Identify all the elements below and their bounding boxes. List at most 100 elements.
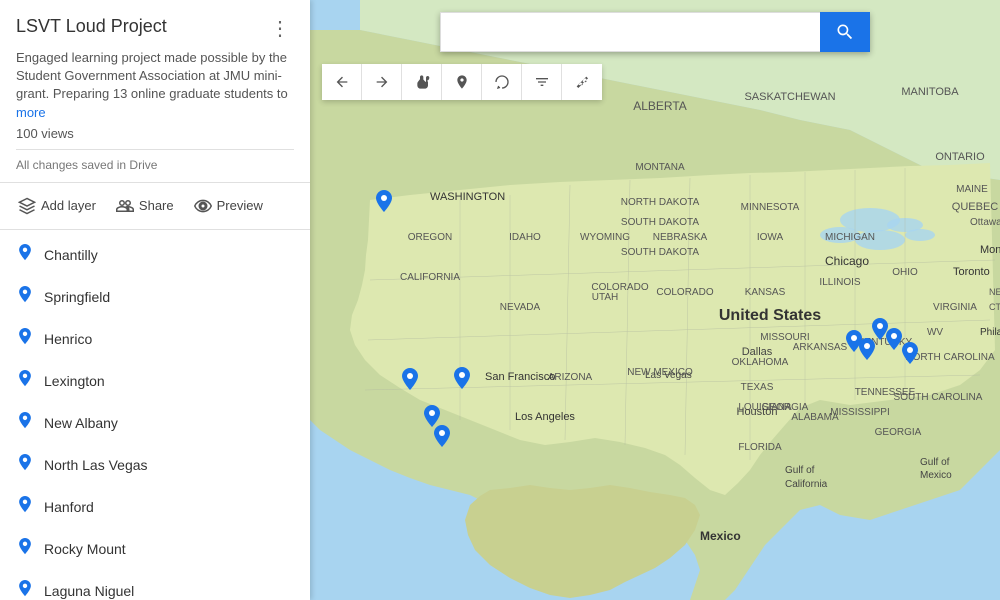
svg-text:NEVADA: NEVADA (500, 302, 541, 313)
sidebar: LSVT Loud Project ⋮ Engaged learning pro… (0, 0, 310, 600)
location-item[interactable]: Chantilly (0, 234, 310, 276)
location-item[interactable]: Lexington (0, 360, 310, 402)
svg-text:SASKATCHEWAN: SASKATCHEWAN (744, 91, 835, 103)
locations-list: Chantilly Springfield Henrico (0, 230, 310, 600)
location-pin-icon (16, 286, 34, 308)
location-item[interactable]: North Las Vegas (0, 444, 310, 486)
svg-text:Mexico: Mexico (920, 470, 952, 481)
svg-text:ILLINOIS: ILLINOIS (819, 277, 860, 288)
filter-tool-button[interactable] (522, 64, 562, 100)
svg-text:Philadelphia: Philadelphia (980, 327, 1000, 338)
location-item[interactable]: Rocky Mount (0, 528, 310, 570)
svg-text:NEW YORK: NEW YORK (989, 287, 1000, 297)
location-name: North Las Vegas (44, 457, 148, 473)
svg-text:MANITOBA: MANITOBA (901, 86, 959, 98)
preview-button[interactable]: Preview (192, 193, 265, 219)
views-count: 100 views (16, 126, 294, 141)
svg-text:WYOMING: WYOMING (580, 232, 630, 243)
svg-text:San Francisco: San Francisco (485, 371, 555, 383)
hand-icon (414, 74, 430, 90)
location-pin-icon (16, 244, 34, 266)
pin-tool-button[interactable] (442, 64, 482, 100)
svg-text:Houston: Houston (737, 406, 778, 418)
more-link[interactable]: more (16, 105, 46, 120)
svg-text:WASHINGTON: WASHINGTON (430, 191, 505, 203)
add-layer-button[interactable]: Add layer (16, 193, 98, 219)
svg-text:SOUTH DAKOTA: SOUTH DAKOTA (621, 247, 699, 258)
svg-text:NEBRASKA: NEBRASKA (653, 232, 708, 243)
location-pin-icon (16, 454, 34, 476)
lasso-tool-button[interactable] (482, 64, 522, 100)
svg-text:OREGON: OREGON (408, 232, 452, 243)
location-name: Springfield (44, 289, 110, 305)
more-options-button[interactable]: ⋮ (266, 16, 294, 41)
location-name: Hanford (44, 499, 94, 515)
svg-text:COLORADO: COLORADO (656, 287, 713, 298)
location-item[interactable]: Hanford (0, 486, 310, 528)
svg-text:UTAH: UTAH (592, 292, 618, 303)
preview-icon (194, 197, 212, 215)
location-item[interactable]: Laguna Niguel (0, 570, 310, 600)
project-description: Engaged learning project made possible b… (16, 49, 294, 122)
search-icon (835, 22, 855, 42)
svg-text:ARKANSAS: ARKANSAS (793, 342, 848, 353)
svg-text:OKLAHOMA: OKLAHOMA (732, 357, 789, 368)
svg-text:Chicago: Chicago (825, 254, 869, 268)
svg-text:MISSOURI: MISSOURI (760, 332, 809, 343)
back-button[interactable] (322, 64, 362, 100)
svg-text:CALIFORNIA: CALIFORNIA (400, 272, 460, 283)
svg-text:MAINE: MAINE (956, 184, 988, 195)
svg-text:VIRGINIA: VIRGINIA (933, 302, 977, 313)
location-pin-icon (16, 370, 34, 392)
pin-icon (454, 74, 470, 90)
svg-text:ALBERTA: ALBERTA (633, 99, 687, 113)
share-icon (116, 197, 134, 215)
svg-text:COLORADO: COLORADO (591, 282, 648, 293)
svg-text:Ottawa: Ottawa (970, 217, 1000, 228)
svg-text:Gulf of: Gulf of (785, 465, 815, 476)
ruler-icon (574, 74, 590, 90)
location-name: Rocky Mount (44, 541, 126, 557)
location-pin-icon (16, 412, 34, 434)
map-search-input[interactable] (440, 12, 820, 52)
location-name: Lexington (44, 373, 105, 389)
map-search-button[interactable] (820, 12, 870, 52)
ruler-tool-button[interactable] (562, 64, 602, 100)
svg-text:IDAHO: IDAHO (509, 232, 541, 243)
svg-text:SOUTH DAKOTA: SOUTH DAKOTA (621, 217, 699, 228)
location-item[interactable]: Springfield (0, 276, 310, 318)
svg-text:MICHIGAN: MICHIGAN (825, 232, 875, 243)
forward-button[interactable] (362, 64, 402, 100)
svg-text:Las Vegas: Las Vegas (645, 370, 692, 381)
svg-text:MISSISSIPPI: MISSISSIPPI (830, 407, 889, 418)
svg-text:IOWA: IOWA (757, 232, 784, 243)
project-title: LSVT Loud Project (16, 16, 167, 37)
location-pin-icon (16, 496, 34, 518)
location-name: Henrico (44, 331, 92, 347)
svg-text:CT RI: CT RI (989, 302, 1000, 312)
location-name: Chantilly (44, 247, 98, 263)
location-pin-icon (16, 328, 34, 350)
svg-text:Gulf of: Gulf of (920, 457, 950, 468)
svg-text:MINNESOTA: MINNESOTA (741, 202, 800, 213)
share-button[interactable]: Share (114, 193, 176, 219)
forward-icon (374, 74, 390, 90)
location-item[interactable]: New Albany (0, 402, 310, 444)
location-name: Laguna Niguel (44, 583, 134, 599)
location-item[interactable]: Henrico (0, 318, 310, 360)
map-tools-bar (322, 64, 602, 100)
svg-text:OHIO: OHIO (892, 267, 918, 278)
svg-text:United States: United States (719, 307, 821, 324)
hand-tool-button[interactable] (402, 64, 442, 100)
back-icon (334, 74, 350, 90)
svg-text:ALABAMA: ALABAMA (791, 412, 839, 423)
saved-status: All changes saved in Drive (16, 149, 294, 172)
location-name: New Albany (44, 415, 118, 431)
svg-text:California: California (785, 479, 828, 490)
svg-text:WV: WV (927, 327, 943, 338)
svg-text:KANSAS: KANSAS (745, 287, 786, 298)
svg-text:Los Angeles: Los Angeles (515, 411, 575, 423)
location-pin-icon (16, 538, 34, 560)
svg-text:TENNESSEE: TENNESSEE (855, 387, 916, 398)
svg-text:GEORGIA: GEORGIA (875, 427, 922, 438)
